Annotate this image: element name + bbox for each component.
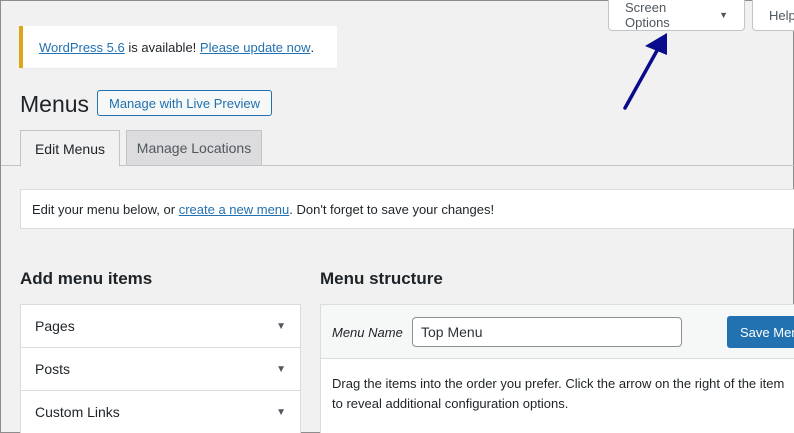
update-notice: WordPress 5.6 is available! Please updat…: [19, 26, 337, 68]
update-now-link[interactable]: Please update now: [200, 40, 311, 55]
screen-options-button[interactable]: Screen Options ▼: [608, 0, 745, 31]
tab-manage-locations[interactable]: Manage Locations: [126, 130, 262, 166]
screen-options-label: Screen Options: [625, 0, 670, 30]
accordion-item-label: Pages: [35, 318, 75, 334]
page-title: Menus: [20, 91, 90, 117]
caret-down-icon: ▼: [276, 320, 286, 332]
accordion-item-pages[interactable]: Pages ▼: [21, 305, 300, 348]
menu-structure-panel: Menu Name Save Menu Drag the items into …: [320, 304, 794, 433]
menu-header: Menu Name Save Menu: [321, 305, 794, 359]
accordion-item-label: Posts: [35, 361, 71, 377]
accordion-item-label: Custom Links: [35, 404, 120, 420]
menu-name-label: Menu Name: [332, 325, 403, 340]
notice-text: is available!: [124, 39, 200, 55]
accordion-item-posts[interactable]: Posts ▼: [21, 348, 300, 391]
create-new-menu-link[interactable]: create a new menu: [179, 202, 290, 217]
caret-down-icon: ▼: [276, 406, 286, 418]
wordpress-version-link[interactable]: WordPress 5.6: [39, 40, 125, 55]
help-button[interactable]: Help: [752, 0, 794, 31]
add-menu-items-heading: Add menu items: [20, 269, 153, 288]
manage-live-preview-button[interactable]: Manage with Live Preview: [97, 90, 272, 116]
help-label: Help: [769, 7, 794, 23]
add-menu-items-accordion: Pages ▼ Posts ▼ Custom Links ▼: [20, 304, 301, 433]
tab-edit-menus[interactable]: Edit Menus: [20, 130, 120, 167]
manage-menus-info: Edit your menu below, or create a new me…: [20, 189, 794, 229]
info-suffix: . Don't forget to save your changes!: [289, 201, 495, 217]
info-prefix: Edit your menu below, or: [32, 201, 179, 217]
menu-structure-heading: Menu structure: [320, 269, 443, 288]
arrow-annotation-icon: [623, 33, 667, 110]
notice-end: .: [310, 39, 315, 55]
menu-instructions: Drag the items into the order you prefer…: [332, 376, 785, 411]
accordion-item-custom-links[interactable]: Custom Links ▼: [21, 391, 300, 433]
caret-down-icon: ▼: [276, 363, 286, 375]
save-menu-button[interactable]: Save Menu: [727, 316, 794, 348]
menu-name-input[interactable]: [412, 317, 682, 347]
caret-down-icon: ▼: [719, 10, 728, 20]
nav-tab-bar: Edit Menus Manage Locations: [1, 130, 794, 167]
